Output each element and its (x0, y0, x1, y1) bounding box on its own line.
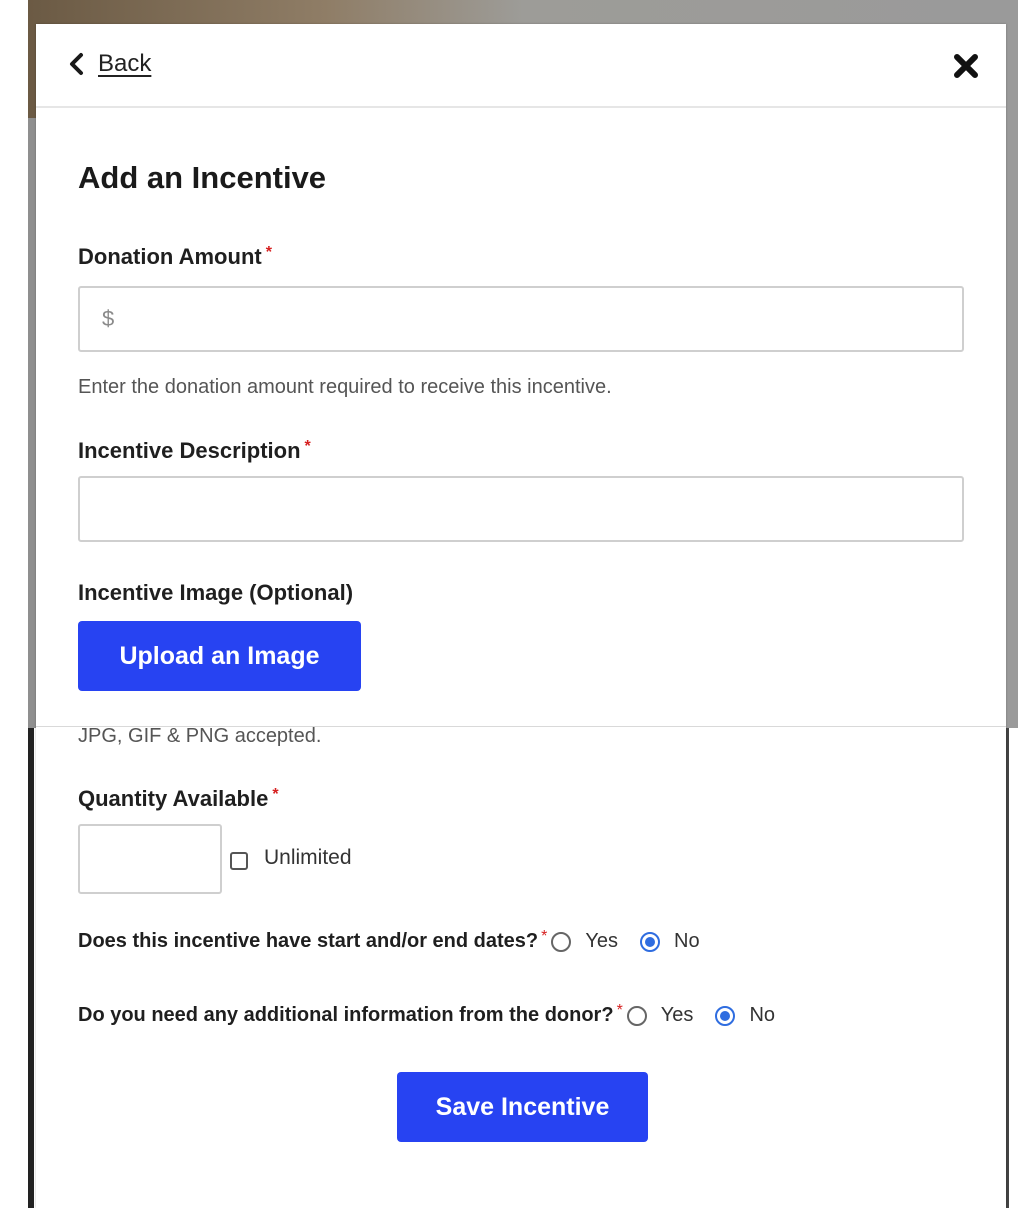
dates-question-row: Does this incentive have start and/or en… (78, 928, 722, 953)
add-incentive-modal: Back Add an Incentive Donation Amount* E… (36, 24, 1006, 1208)
required-marker: * (541, 928, 548, 945)
dates-yes-label[interactable]: Yes (585, 930, 618, 953)
chevron-left-icon (70, 53, 83, 75)
incentive-description-label-text: Incentive Description (78, 438, 301, 463)
page-backdrop-left-lower (28, 728, 34, 1208)
incentive-description-label: Incentive Description * (78, 438, 311, 464)
page-title: Add an Incentive (78, 160, 327, 195)
info-no-label[interactable]: No (749, 1004, 775, 1027)
incentive-image-label: Incentive Image (Optional) (78, 580, 354, 605)
quantity-input[interactable] (78, 824, 222, 894)
save-incentive-button[interactable]: Save Incentive (397, 1072, 648, 1142)
info-question-row: Do you need any additional information f… (78, 1002, 797, 1027)
info-question-text: Do you need any additional information f… (78, 1004, 614, 1026)
required-marker: * (304, 438, 311, 455)
unlimited-checkbox[interactable] (230, 852, 248, 870)
info-yes-label[interactable]: Yes (661, 1004, 694, 1027)
quantity-available-label-text: Quantity Available (78, 786, 269, 811)
back-label[interactable]: Back (98, 50, 151, 78)
info-no-radio[interactable] (715, 1005, 736, 1026)
dates-no-label[interactable]: No (674, 930, 700, 953)
donation-amount-help: Enter the donation amount required to re… (78, 376, 612, 398)
unlimited-label[interactable]: Unlimited (264, 846, 352, 870)
page-backdrop-right-lower (1006, 728, 1009, 1208)
quantity-available-label: Quantity Available * (78, 786, 279, 812)
modal-header: Back (36, 24, 1006, 108)
donation-amount-input[interactable] (78, 286, 964, 352)
page-backdrop-right (1006, 118, 1018, 728)
donation-amount-label: Donation Amount * (78, 244, 272, 270)
donation-amount-label-text: Donation Amount (78, 244, 262, 269)
incentive-description-input[interactable] (78, 476, 964, 542)
page-backdrop-left (28, 118, 36, 728)
dates-no-radio[interactable] (640, 931, 661, 952)
close-icon[interactable] (952, 52, 980, 80)
dates-yes-radio[interactable] (551, 931, 572, 952)
upload-image-button[interactable]: Upload an Image (78, 621, 361, 691)
required-marker: * (616, 1002, 623, 1019)
image-format-help: JPG, GIF & PNG accepted. (78, 725, 322, 747)
required-marker: * (265, 244, 272, 261)
dates-question-text: Does this incentive have start and/or en… (78, 930, 539, 952)
back-link[interactable]: Back (68, 50, 151, 78)
required-marker: * (272, 786, 279, 803)
info-yes-radio[interactable] (626, 1005, 647, 1026)
